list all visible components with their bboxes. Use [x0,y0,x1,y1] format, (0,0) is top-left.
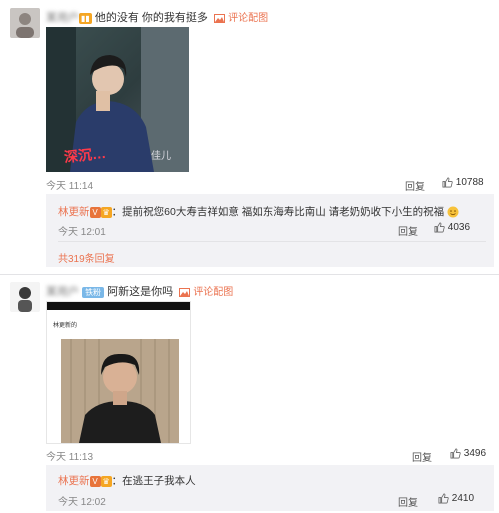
pic-link[interactable]: 评论配图 [214,12,268,24]
comment-author[interactable]: 某用户 [46,286,79,298]
like-count: 3496 [463,448,487,460]
reply-button[interactable]: 回复 [405,178,425,193]
like-count: 10788 [455,177,484,189]
level-badge: ▮▮ [79,12,92,24]
comment-header: 某用户 ▮▮ 他的没有 你的我有挺多 评论配图 [46,9,268,25]
level-badge: ♛ [100,475,112,487]
avatar-image [10,8,40,38]
thumb-up-icon [438,493,449,504]
comment-time: 今天 11:13 [46,452,94,463]
reply-author[interactable]: 林更新 [58,206,90,218]
like-button[interactable]: 3496 [450,448,486,459]
image-icon [179,287,191,297]
comment-avatar[interactable] [10,282,40,312]
reply-author[interactable]: 林更新 [58,475,90,487]
comment-photo[interactable]: 林更新的 [46,301,191,444]
reply-button[interactable]: 回复 [398,223,418,238]
verified-badge: V [89,475,101,487]
reply-button[interactable]: 回复 [412,449,432,464]
verified-badge: V [89,206,101,218]
more-replies-link[interactable]: 共319条回复 [58,250,115,265]
comment-divider [0,274,499,275]
reply-button[interactable]: 回复 [398,494,418,509]
reply-text: ：提前祝您60大寿吉祥如意 福如东海寿比南山 请老奶奶收下小生的祝福 [111,206,445,218]
photo-topbar [47,302,190,310]
like-button[interactable]: 2410 [438,493,474,504]
like-button[interactable]: 10788 [442,177,484,188]
reply-box: 林更新 V ♛ ：提前祝您60大寿吉祥如意 福如东海寿比南山 请老奶奶收下小生的祝福 … [46,194,494,267]
fan-badge: 铁粉 [82,286,105,298]
thumb-up-icon [442,177,453,188]
comment-avatar[interactable] [10,8,40,38]
comment-photo[interactable]: 深沉… 佳儿 [46,27,189,172]
level-badge: ♛ [100,206,112,218]
reply-line: 林更新 V ♛ ：在逃王子我本人 [58,473,196,488]
comment-time: 今天 11:14 [46,181,94,192]
photo-image [61,339,179,443]
like-count: 4036 [447,222,471,234]
reply-time: 今天 12:02 [58,497,106,508]
thumb-up-icon [450,448,461,459]
pic-link[interactable]: 评论配图 [179,286,233,298]
like-count: 2410 [451,493,475,505]
comment-text: 他的没有 你的我有挺多 [94,12,208,24]
comment-author[interactable]: 某用户 [46,12,79,24]
photo-tag: 佳儿 [151,151,171,162]
reply-text: ：在逃王子我本人 [111,475,196,487]
like-button[interactable]: 4036 [434,222,470,233]
avatar-image [10,282,40,312]
divider [58,241,486,242]
reply-time: 今天 12:01 [58,227,106,238]
image-icon [214,13,226,23]
reply-box: 林更新 V ♛ ：在逃王子我本人 今天 12:02 回复 2410 [46,465,494,511]
smile-emoji-icon [447,206,459,218]
reply-line: 林更新 V ♛ ：提前祝您60大寿吉祥如意 福如东海寿比南山 请老奶奶收下小生的祝福 [58,204,459,219]
photo-caption: 林更新的 [53,323,78,329]
comment-header: 某用户 铁粉 阿新这是你吗 评论配图 [46,283,233,299]
thumb-up-icon [434,222,445,233]
comment-text: 阿新这是你吗 [107,286,174,298]
